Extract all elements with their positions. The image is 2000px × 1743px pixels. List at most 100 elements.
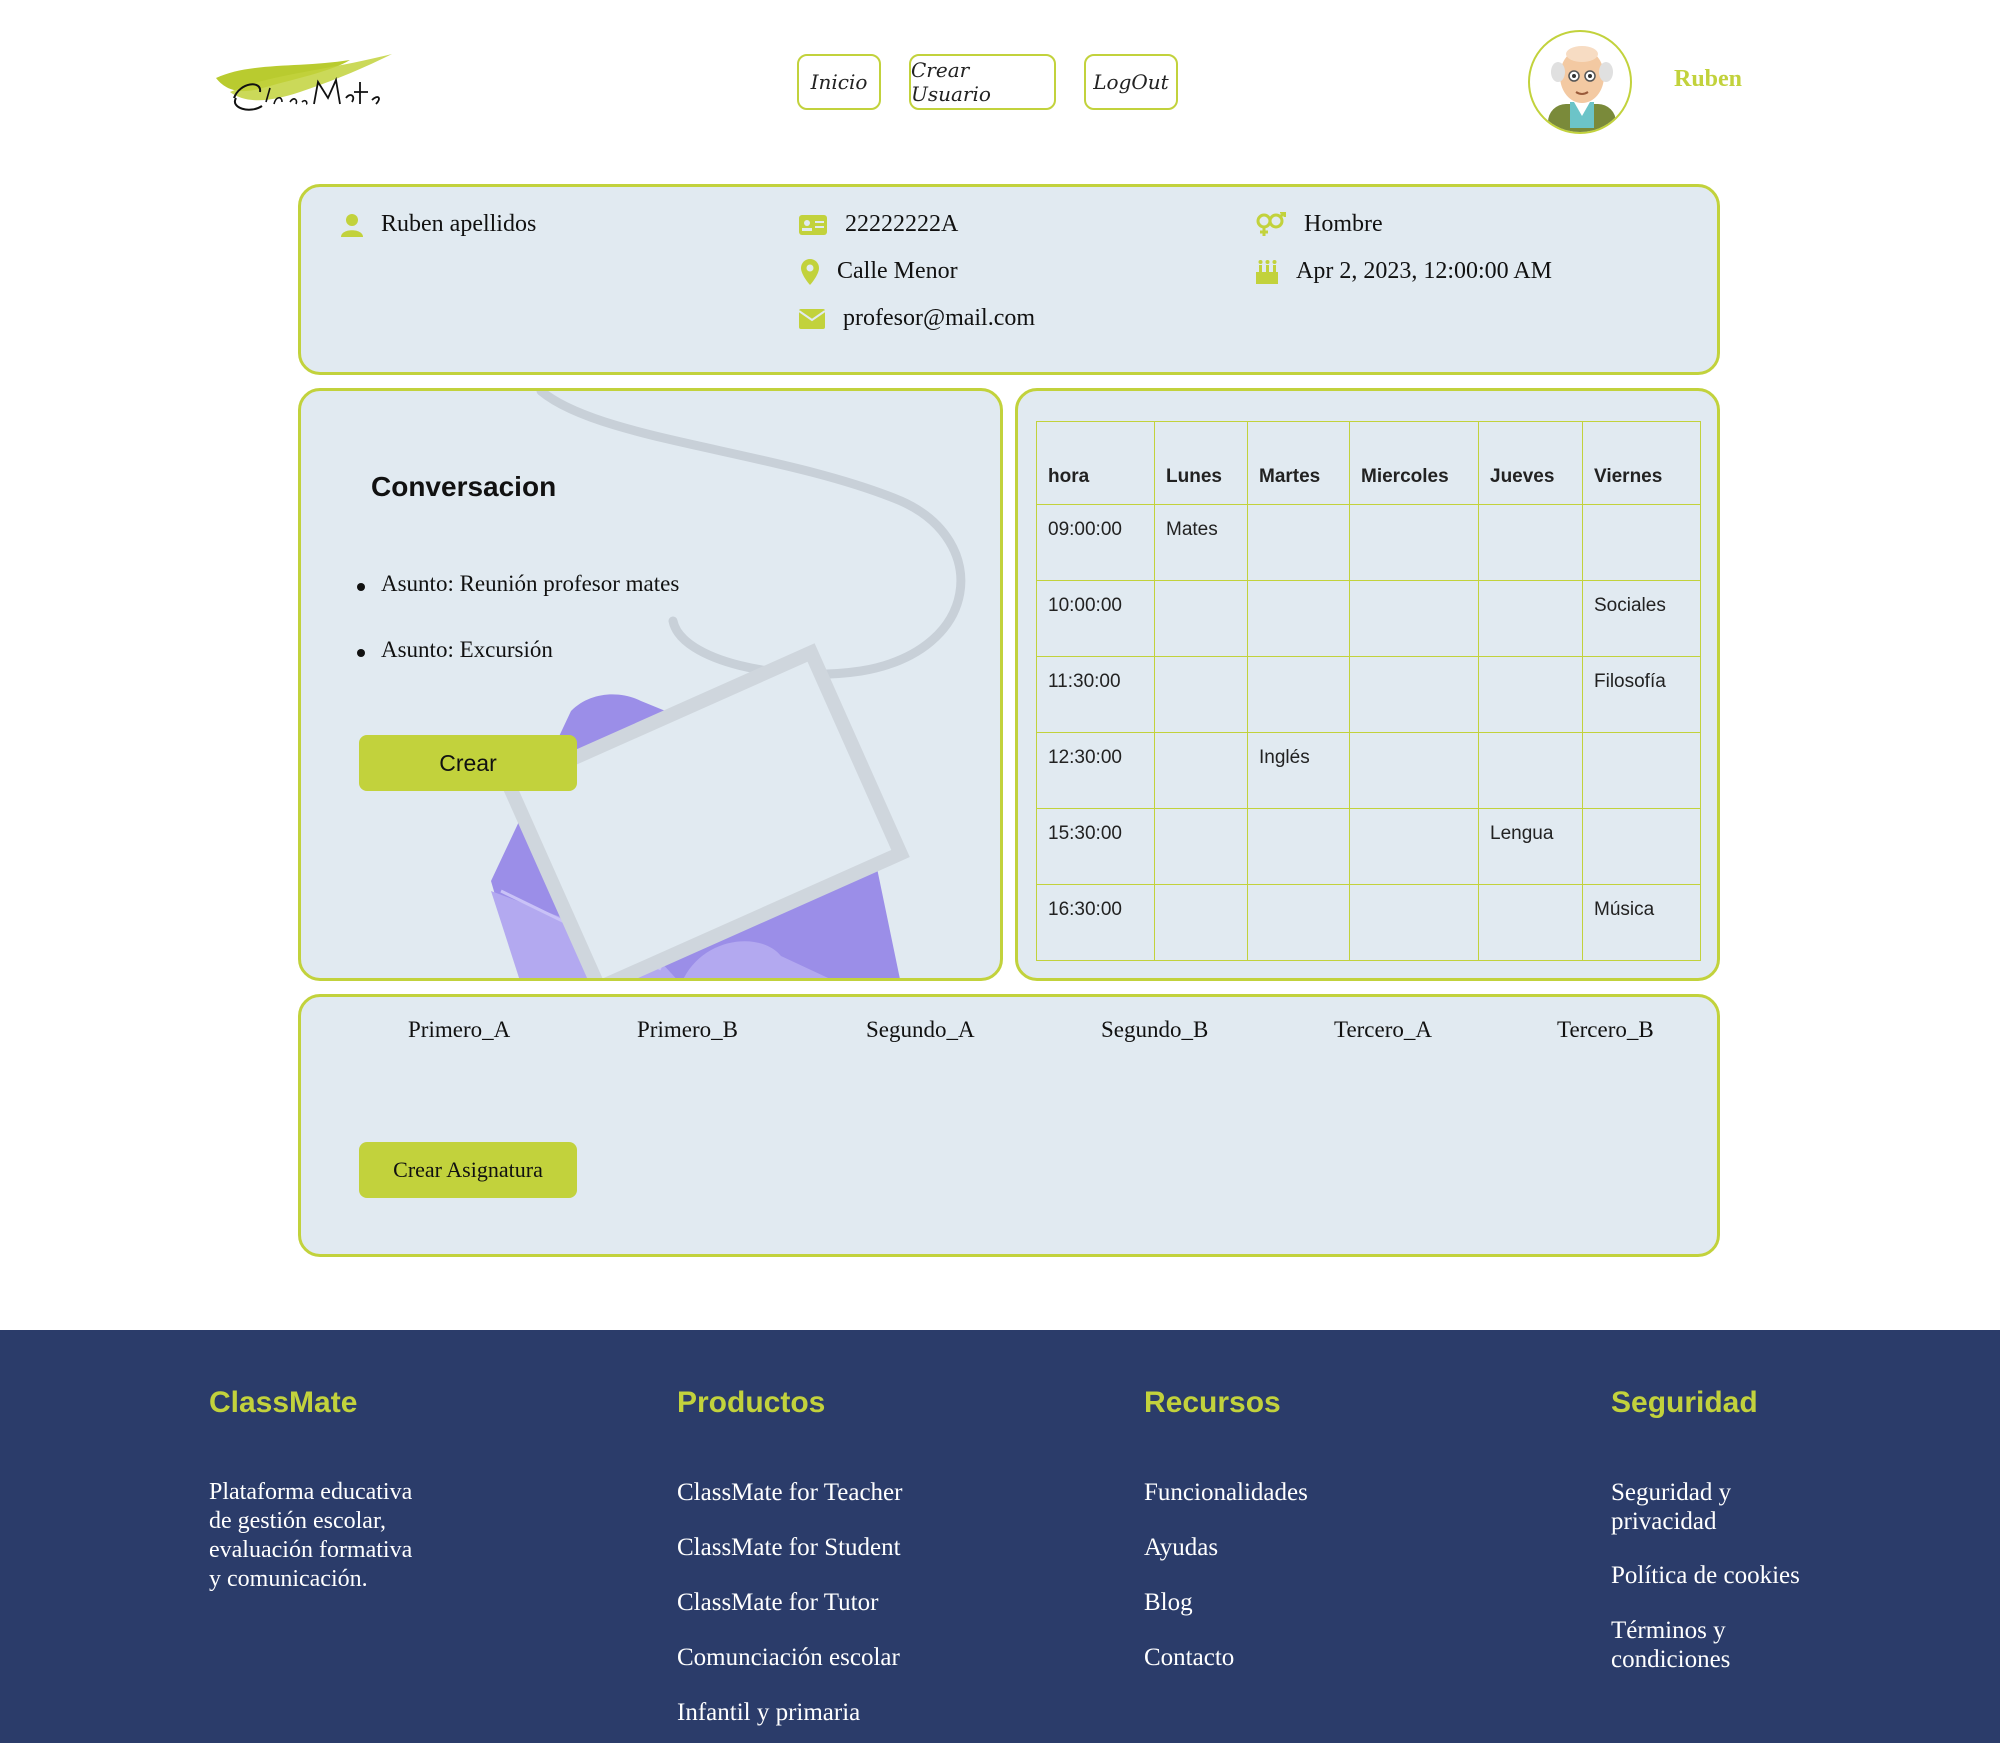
timetable-cell bbox=[1154, 884, 1248, 961]
timetable-row: 10:00:00 Sociales bbox=[1036, 580, 1701, 657]
conversation-list: Asunto: Reunión profesor mates Asunto: E… bbox=[345, 571, 679, 703]
timetable-cell bbox=[1247, 656, 1350, 733]
timetable-cell bbox=[1154, 580, 1248, 657]
footer-link-line: privacidad bbox=[1611, 1508, 1717, 1535]
timetable-cell bbox=[1349, 808, 1479, 885]
footer-link-contacto[interactable]: Contacto bbox=[1144, 1643, 1234, 1672]
footer: ClassMate Plataforma educativa de gestió… bbox=[0, 1330, 2000, 1743]
group-tercero-a[interactable]: Tercero_A bbox=[1334, 1017, 1432, 1043]
footer-link-infantil[interactable]: Infantil y primaria bbox=[677, 1698, 860, 1727]
timetable-cell bbox=[1582, 732, 1701, 809]
conversation-item[interactable]: Asunto: Excursión bbox=[345, 637, 679, 663]
timetable-header: Viernes bbox=[1582, 421, 1701, 505]
timetable-cell bbox=[1349, 656, 1479, 733]
timetable-cell bbox=[1247, 580, 1350, 657]
footer-link-blog[interactable]: Blog bbox=[1144, 1588, 1193, 1617]
gender-icon bbox=[1256, 211, 1286, 236]
conversation-title: Conversacion bbox=[371, 471, 557, 502]
footer-products-title: Productos bbox=[677, 1386, 826, 1419]
timetable-header-row: hora Lunes Martes Miercoles Jueves Viern… bbox=[1036, 421, 1701, 505]
timetable-cell bbox=[1154, 732, 1248, 809]
avatar[interactable] bbox=[1528, 30, 1632, 134]
footer-resources-title: Recursos bbox=[1144, 1386, 1281, 1419]
timetable-cell bbox=[1349, 504, 1479, 581]
timetable-cell: Sociales bbox=[1582, 580, 1701, 657]
timetable-cell: Filosofía bbox=[1582, 656, 1701, 733]
timetable-cell: Lengua bbox=[1478, 808, 1583, 885]
timetable-cell: 10:00:00 bbox=[1036, 580, 1155, 657]
footer-link-funcionalidades[interactable]: Funcionalidades bbox=[1144, 1478, 1308, 1507]
profile-email: profesor@mail.com bbox=[843, 305, 1036, 331]
footer-link-teacher[interactable]: ClassMate for Teacher bbox=[677, 1478, 902, 1507]
footer-link-cookies[interactable]: Política de cookies bbox=[1611, 1561, 1800, 1590]
footer-link-student[interactable]: ClassMate for Student bbox=[677, 1533, 901, 1562]
footer-link-seguridad[interactable]: Seguridad y privacidad bbox=[1611, 1478, 1731, 1536]
timetable-cell bbox=[1349, 580, 1479, 657]
timetable-row: 11:30:00 Filosofía bbox=[1036, 656, 1701, 733]
timetable-cell bbox=[1247, 808, 1350, 885]
profile-gender: Hombre bbox=[1304, 211, 1383, 237]
profile-address: Calle Menor bbox=[837, 258, 958, 284]
groups-panel: Primero_A Primero_B Segundo_A Segundo_B … bbox=[298, 994, 1720, 1257]
username-link[interactable]: Ruben bbox=[1674, 66, 1742, 93]
profile-gender-row: Hombre bbox=[1256, 211, 1383, 238]
timetable-cell bbox=[1478, 884, 1583, 961]
timetable-row: 12:30:00 Inglés bbox=[1036, 732, 1701, 809]
profile-name: Ruben apellidos bbox=[381, 211, 537, 237]
timetable-cell bbox=[1478, 732, 1583, 809]
timetable-cell bbox=[1154, 808, 1248, 885]
timetable-row: 16:30:00 Música bbox=[1036, 884, 1701, 961]
footer-link-comunicacion[interactable]: Comunciación escolar bbox=[677, 1643, 900, 1672]
footer-link-line: condiciones bbox=[1611, 1646, 1731, 1673]
timetable-cell: 15:30:00 bbox=[1036, 808, 1155, 885]
create-conversation-button[interactable]: Crear bbox=[359, 735, 577, 791]
timetable-header: hora bbox=[1036, 421, 1155, 505]
nav-inicio-button[interactable]: Inicio bbox=[797, 54, 881, 110]
group-segundo-a[interactable]: Segundo_A bbox=[866, 1017, 975, 1043]
footer-description-line: Plataforma educativa bbox=[209, 1479, 413, 1505]
classmate-logo[interactable] bbox=[210, 52, 400, 122]
profile-birthdate: Apr 2, 2023, 12:00:00 AM bbox=[1296, 258, 1553, 284]
profile-birthdate-row: Apr 2, 2023, 12:00:00 AM bbox=[1256, 258, 1552, 285]
footer-description-line: de gestión escolar, bbox=[209, 1508, 386, 1534]
group-primero-a[interactable]: Primero_A bbox=[408, 1017, 510, 1043]
timetable-cell bbox=[1154, 656, 1248, 733]
profile-dni: 22222222A bbox=[845, 211, 959, 237]
timetable-cell bbox=[1478, 580, 1583, 657]
profile-name-row: Ruben apellidos bbox=[341, 211, 536, 238]
timetable-row: 15:30:00 Lengua bbox=[1036, 808, 1701, 885]
profile-info-panel: Ruben apellidos 22222222A Calle Menor pr… bbox=[298, 184, 1720, 375]
timetable-cell: Mates bbox=[1154, 504, 1248, 581]
footer-link-tutor[interactable]: ClassMate for Tutor bbox=[677, 1588, 878, 1617]
profile-dni-row: 22222222A bbox=[799, 211, 958, 238]
timetable-cell: Música bbox=[1582, 884, 1701, 961]
create-subject-button[interactable]: Crear Asignatura bbox=[359, 1142, 577, 1198]
timetable-cell: 09:00:00 bbox=[1036, 504, 1155, 581]
conversation-item[interactable]: Asunto: Reunión profesor mates bbox=[345, 571, 679, 597]
timetable-header: Jueves bbox=[1478, 421, 1583, 505]
group-primero-b[interactable]: Primero_B bbox=[637, 1017, 738, 1043]
timetable-header: Miercoles bbox=[1349, 421, 1479, 505]
footer-description-line: y comunicación. bbox=[209, 1566, 368, 1592]
timetable-cell bbox=[1247, 504, 1350, 581]
footer-link-ayudas[interactable]: Ayudas bbox=[1144, 1533, 1218, 1562]
group-segundo-b[interactable]: Segundo_B bbox=[1101, 1017, 1208, 1043]
nav-logout-button[interactable]: LogOut bbox=[1084, 54, 1178, 110]
nav-crear-usuario-button[interactable]: Crear Usuario bbox=[909, 54, 1056, 110]
group-tercero-b[interactable]: Tercero_B bbox=[1557, 1017, 1654, 1043]
timetable-cell: 12:30:00 bbox=[1036, 732, 1155, 809]
footer-security-title: Seguridad bbox=[1611, 1386, 1758, 1419]
timetable-cell bbox=[1582, 808, 1701, 885]
user-icon bbox=[341, 213, 363, 237]
footer-link-line: Política de cookies bbox=[1611, 1562, 1800, 1589]
timetable-cell bbox=[1247, 884, 1350, 961]
timetable-cell: 16:30:00 bbox=[1036, 884, 1155, 961]
footer-link-terminos[interactable]: Términos y condiciones bbox=[1611, 1616, 1730, 1674]
conversation-panel: Conversacion Asunto: Reunión profesor ma… bbox=[298, 388, 1003, 981]
footer-brand-description: Plataforma educativa de gestión escolar,… bbox=[209, 1478, 412, 1594]
timetable-cell: 11:30:00 bbox=[1036, 656, 1155, 733]
profile-address-row: Calle Menor bbox=[801, 258, 958, 285]
footer-brand-title: ClassMate bbox=[209, 1386, 358, 1419]
footer-link-line: Términos y bbox=[1611, 1617, 1726, 1644]
timetable-header: Lunes bbox=[1154, 421, 1248, 505]
